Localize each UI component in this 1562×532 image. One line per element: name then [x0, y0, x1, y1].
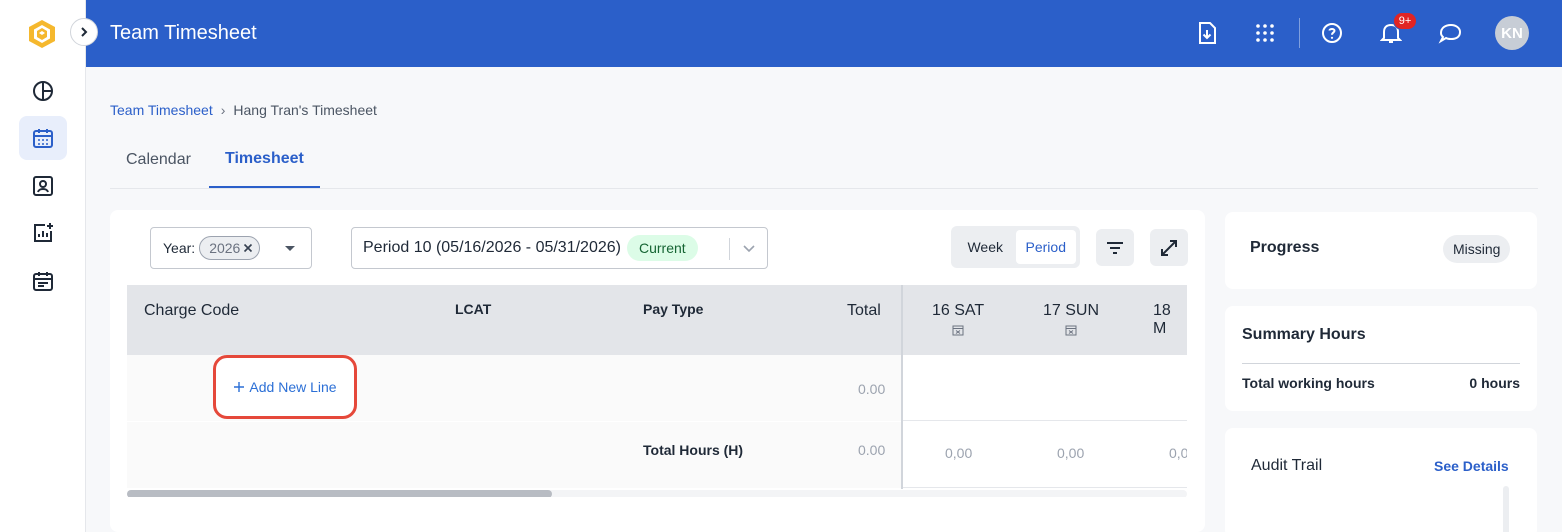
avatar[interactable]: KN	[1495, 16, 1529, 50]
row-total-value: 0.00	[858, 381, 886, 397]
expand-sidebar-button[interactable]	[70, 18, 98, 46]
breadcrumb-separator: ›	[220, 102, 226, 118]
contact-card-icon	[33, 176, 53, 196]
period-value: Period 10 (05/16/2026 - 05/31/2026)	[363, 239, 621, 256]
calendar-icon	[33, 129, 53, 148]
nav-reports[interactable]	[19, 211, 67, 255]
column-day: 17 SUN	[1043, 302, 1099, 336]
scrollbar-thumb[interactable]	[127, 490, 552, 497]
column-lcat: LCAT	[455, 301, 492, 317]
row-background	[127, 422, 901, 488]
download-file-button[interactable]	[1194, 20, 1220, 46]
audit-trail-card: Audit Trail See Details	[1225, 428, 1537, 532]
table-row: Add New Line 0.00	[127, 355, 1187, 421]
day-total-value: 0,0	[1169, 445, 1187, 461]
year-chip: 2026	[199, 236, 261, 260]
see-details-link[interactable]: See Details	[1434, 458, 1509, 474]
nav-timesheet[interactable]	[19, 116, 67, 160]
header-divider	[1299, 18, 1300, 48]
tab-label: Calendar	[126, 151, 191, 168]
total-working-hours-label: Total working hours	[1242, 375, 1375, 391]
divider	[1242, 363, 1520, 364]
year-select[interactable]: Year: 2026	[150, 227, 312, 269]
column-total: Total	[847, 302, 881, 319]
progress-title: Progress	[1250, 239, 1320, 256]
tab-timesheet[interactable]: Timesheet	[209, 140, 320, 188]
tab-bar: Calendar Timesheet	[110, 140, 1538, 189]
help-button[interactable]	[1319, 20, 1345, 46]
select-divider	[729, 238, 730, 260]
total-working-hours-value: 0 hours	[1469, 375, 1520, 391]
column-pay-type: Pay Type	[643, 301, 704, 317]
notification-badge: 9+	[1393, 12, 1417, 30]
breadcrumb-current: Hang Tran's Timesheet	[233, 102, 377, 118]
apps-grid-icon	[1256, 24, 1274, 42]
day-label: 18 M	[1153, 302, 1171, 337]
file-download-icon	[1199, 22, 1216, 44]
column-day: 16 SAT	[932, 302, 984, 336]
chevron-down-icon[interactable]	[741, 240, 757, 256]
page-title: Team Timesheet	[110, 22, 257, 44]
filter-icon	[1107, 241, 1123, 254]
calendar-small-icon	[1065, 325, 1077, 336]
add-new-line-label: Add New Line	[249, 379, 337, 395]
column-day: 18 M	[1153, 302, 1187, 338]
column-charge-code: Charge Code	[144, 302, 240, 319]
audit-scrollbar[interactable]	[1503, 486, 1509, 532]
year-chip-value: 2026	[209, 240, 241, 256]
horizontal-scrollbar[interactable]	[127, 490, 1187, 497]
filter-button[interactable]	[1096, 229, 1134, 266]
top-bar: Team Timesheet 9+ KN	[86, 0, 1562, 67]
view-toggle: Week Period	[951, 226, 1080, 268]
grid-header: Charge Code LCAT Pay Type Total 16 SAT 1…	[127, 285, 1187, 355]
tab-label: Timesheet	[225, 150, 304, 167]
nav-contacts[interactable]	[19, 164, 67, 208]
expand-icon	[1161, 239, 1177, 256]
event-note-icon	[33, 272, 53, 291]
total-hours-value: 0.00	[858, 442, 886, 458]
audit-title: Audit Trail	[1251, 457, 1323, 474]
apps-button[interactable]	[1252, 20, 1278, 46]
summary-hours-card: Summary Hours Total working hours 0 hour…	[1225, 306, 1537, 411]
day-label: 17 SUN	[1043, 302, 1100, 319]
nav-dashboard[interactable]	[19, 69, 67, 113]
breadcrumb: Team Timesheet › Hang Tran's Timesheet	[110, 102, 377, 118]
plus-icon	[234, 382, 245, 392]
total-hours-row: Total Hours (H) 0.00 0,00 0,00 0,0	[127, 422, 1187, 488]
year-label: Year:	[163, 240, 196, 256]
day-total-value: 0,00	[945, 445, 973, 461]
breadcrumb-parent-link[interactable]: Team Timesheet	[110, 102, 213, 118]
nav-schedule[interactable]	[19, 259, 67, 303]
frozen-column-divider	[901, 285, 903, 489]
total-hours-label: Total Hours (H)	[643, 442, 744, 458]
status-badge: Missing	[1443, 235, 1511, 263]
pie-chart-icon	[33, 81, 53, 101]
period-select[interactable]: Period 10 (05/16/2026 - 05/31/2026) Curr…	[351, 227, 768, 269]
chat-button[interactable]	[1437, 20, 1463, 46]
help-icon	[1322, 23, 1342, 43]
tab-calendar[interactable]: Calendar	[110, 140, 207, 188]
report-add-icon	[34, 223, 53, 242]
day-total-value: 0,00	[1057, 445, 1085, 461]
week-toggle-button[interactable]: Week	[955, 230, 1016, 264]
day-label: 16 SAT	[932, 302, 985, 319]
add-new-line-button[interactable]: Add New Line	[213, 355, 357, 419]
app-logo-icon[interactable]	[26, 18, 58, 50]
period-toggle-button[interactable]: Period	[1015, 230, 1076, 264]
timesheet-card: Year: 2026 Period 10 (05/16/2026 - 05/31…	[110, 210, 1205, 532]
left-rail	[0, 0, 98, 532]
chat-bubble-icon	[1438, 23, 1462, 44]
fullscreen-button[interactable]	[1150, 229, 1188, 266]
current-status-badge: Current	[626, 235, 698, 261]
timesheet-grid: Charge Code LCAT Pay Type Total 16 SAT 1…	[127, 285, 1187, 497]
calendar-small-icon	[952, 325, 964, 336]
summary-title: Summary Hours	[1242, 326, 1366, 343]
progress-card: Progress Missing	[1225, 212, 1537, 289]
close-icon[interactable]	[243, 243, 253, 253]
chevron-right-icon	[81, 27, 88, 37]
caret-down-icon[interactable]	[285, 246, 295, 251]
